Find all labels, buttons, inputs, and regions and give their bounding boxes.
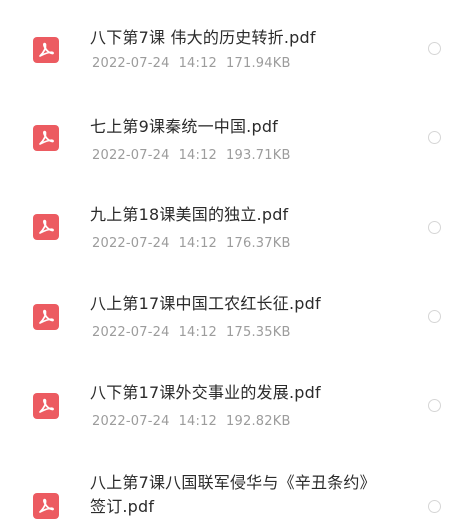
file-date: 2022-07-24 xyxy=(92,56,170,71)
file-size: 193.71KB xyxy=(226,148,291,163)
radio-unchecked-icon[interactable] xyxy=(428,500,441,513)
file-time: 14:12 xyxy=(178,56,218,71)
pdf-icon xyxy=(33,393,59,419)
radio-unchecked-icon[interactable] xyxy=(428,310,441,323)
file-meta: 2022-07-24 14:12 171.94KB xyxy=(92,55,300,73)
file-meta: 2022-07-24 14:12 192.82KB xyxy=(92,413,300,431)
file-time: 14:12 xyxy=(178,414,218,429)
file-date: 2022-07-24 xyxy=(92,148,170,163)
radio-unchecked-icon[interactable] xyxy=(428,399,441,412)
file-row[interactable]: 八下第7课 伟大的历史转折.pdf 2022-07-24 14:12 171.94K… xyxy=(0,0,472,89)
file-time: 14:12 xyxy=(178,236,218,251)
file-meta: 2022-07-24 14:12 176.37KB xyxy=(92,235,300,253)
radio-unchecked-icon[interactable] xyxy=(428,131,441,144)
file-list: 八下第7课 伟大的历史转折.pdf 2022-07-24 14:12 171.94K… xyxy=(0,0,472,529)
file-size: 171.94KB xyxy=(226,56,291,71)
file-date: 2022-07-24 xyxy=(92,236,170,251)
file-meta: 2022-07-24 14:12 175.35KB xyxy=(92,324,300,342)
file-time: 14:12 xyxy=(178,325,218,340)
file-size: 192.82KB xyxy=(226,414,291,429)
file-row[interactable]: 七上第9课秦统一中国.pdf 2022-07-24 14:12 193.71KB xyxy=(0,89,472,178)
file-size: 176.37KB xyxy=(226,236,291,251)
file-name: 七上第9课秦统一中国.pdf xyxy=(90,117,279,136)
file-name: 八下第17课外交事业的发展.pdf xyxy=(90,383,321,402)
pdf-icon xyxy=(33,304,59,330)
file-name: 八上第7课八国联军侵华与《辛丑条约》签订.pdf xyxy=(90,473,376,516)
file-size: 175.35KB xyxy=(226,325,291,340)
pdf-icon xyxy=(33,493,59,519)
radio-unchecked-icon[interactable] xyxy=(428,221,441,234)
file-name: 九上第18课美国的独立.pdf xyxy=(90,205,289,224)
file-row[interactable]: 八上第17课中国工农红长征.pdf 2022-07-24 14:12 175.35K… xyxy=(0,267,472,356)
pdf-icon xyxy=(33,37,59,63)
file-row[interactable]: 九上第18课美国的独立.pdf 2022-07-24 14:12 176.37KB xyxy=(0,178,472,267)
file-row[interactable]: 八上第7课八国联军侵华与《辛丑条约》签订.pdf xyxy=(0,445,472,529)
pdf-icon xyxy=(33,125,59,151)
file-time: 14:12 xyxy=(178,148,218,163)
file-row[interactable]: 八下第17课外交事业的发展.pdf 2022-07-24 14:12 192.82K… xyxy=(0,356,472,445)
file-name: 八上第17课中国工农红长征.pdf xyxy=(90,294,321,313)
file-meta: 2022-07-24 14:12 193.71KB xyxy=(92,147,300,165)
file-date: 2022-07-24 xyxy=(92,325,170,340)
file-name: 八下第7课 伟大的历史转折.pdf xyxy=(90,28,316,47)
radio-unchecked-icon[interactable] xyxy=(428,42,441,55)
file-date: 2022-07-24 xyxy=(92,414,170,429)
pdf-icon xyxy=(33,214,59,240)
